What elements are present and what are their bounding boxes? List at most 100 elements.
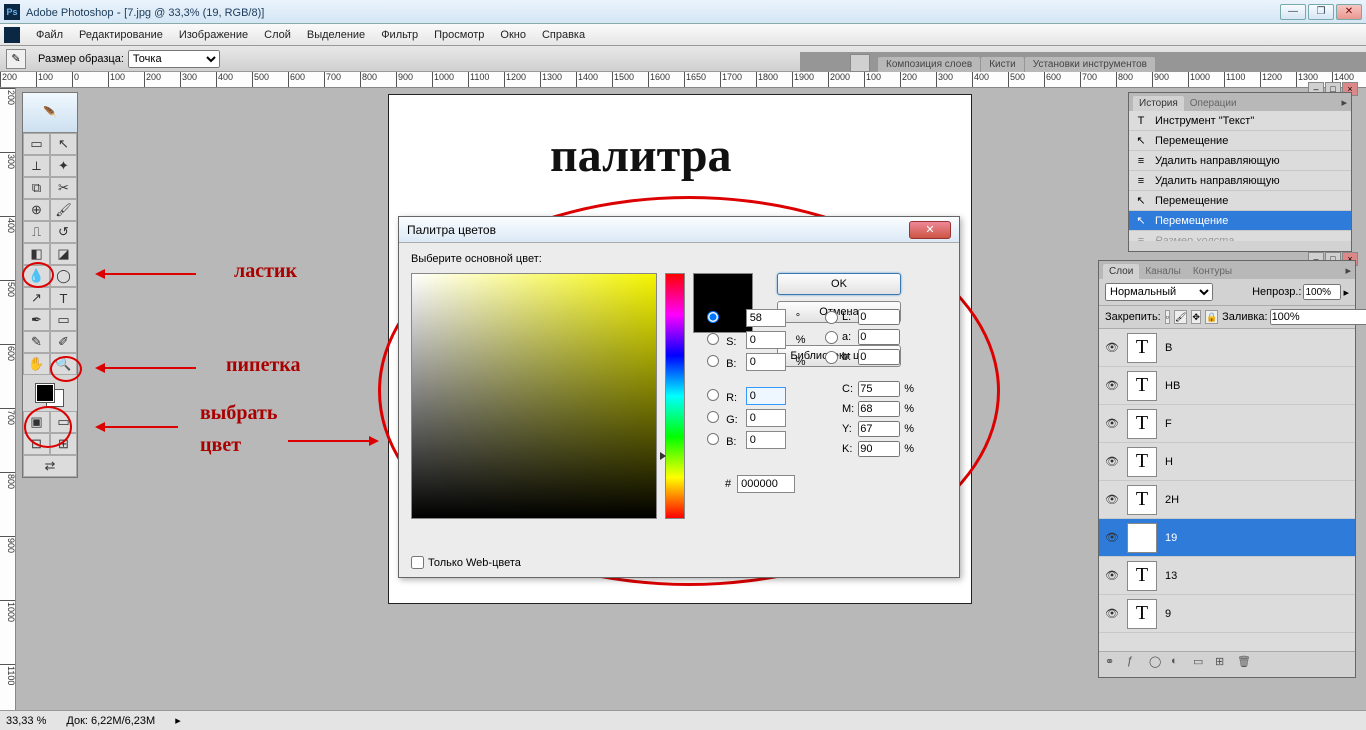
tab-actions[interactable]: Операции <box>1184 96 1243 111</box>
eye-icon[interactable]: 👁 <box>1105 341 1119 355</box>
eye-icon[interactable]: 👁 <box>1105 607 1119 621</box>
menu-select[interactable]: Выделение <box>299 27 373 43</box>
input-s[interactable] <box>746 331 786 349</box>
new-layer-icon[interactable]: ⊞ <box>1215 655 1231 671</box>
history-item[interactable]: ≡Размер холста <box>1129 231 1351 241</box>
sample-size-select[interactable]: Точка <box>128 50 220 68</box>
history-item[interactable]: ↖Перемещение <box>1129 211 1351 231</box>
well-tab-brushes[interactable]: Кисти <box>981 57 1024 72</box>
menu-filter[interactable]: Фильтр <box>373 27 426 43</box>
zoom-level[interactable]: 33,33 % <box>6 715 46 727</box>
close-button[interactable]: ✕ <box>1336 4 1362 20</box>
layer-item[interactable]: 👁T19 <box>1099 519 1355 557</box>
input-r[interactable] <box>746 387 786 405</box>
lasso-tool[interactable]: ⟂ <box>23 155 50 177</box>
input-c[interactable] <box>858 381 900 397</box>
well-tab-presets[interactable]: Установки инструментов <box>1025 57 1155 72</box>
opacity-input[interactable] <box>1303 284 1341 300</box>
slice-tool[interactable]: ✂ <box>50 177 77 199</box>
marquee-tool[interactable]: ▭ <box>23 133 50 155</box>
history-item[interactable]: ↖Перемещение <box>1129 191 1351 211</box>
heal-tool[interactable]: ⊕ <box>23 199 50 221</box>
tab-layers[interactable]: Слои <box>1103 264 1139 279</box>
well-tab-comps[interactable]: Композиция слоев <box>878 57 980 72</box>
tab-paths[interactable]: Контуры <box>1187 264 1238 279</box>
adj-icon[interactable]: ◐ <box>1171 655 1187 671</box>
eyedropper-tool[interactable]: ✐ <box>50 331 77 353</box>
input-k[interactable] <box>858 441 900 457</box>
ok-button[interactable]: OK <box>777 273 901 295</box>
eye-icon[interactable]: 👁 <box>1105 531 1119 545</box>
menu-window[interactable]: Окно <box>492 27 534 43</box>
move-tool[interactable]: ↖ <box>50 133 77 155</box>
menu-file[interactable]: Файл <box>28 27 71 43</box>
eye-icon[interactable]: 👁 <box>1105 455 1119 469</box>
layers-options-icon[interactable]: ▸ <box>1341 262 1355 279</box>
mask-icon[interactable]: ◯ <box>1149 655 1165 671</box>
input-bv[interactable] <box>746 353 786 371</box>
radio-bb[interactable] <box>825 351 838 364</box>
type-tool[interactable]: T <box>50 287 77 309</box>
history-item[interactable]: TИнструмент "Текст" <box>1129 111 1351 131</box>
input-g[interactable] <box>746 409 786 427</box>
history-brush-tool[interactable]: ↺ <box>50 221 77 243</box>
eye-icon[interactable]: 👁 <box>1105 379 1119 393</box>
menu-help[interactable]: Справка <box>534 27 593 43</box>
layer-item[interactable]: 👁TНВ <box>1099 367 1355 405</box>
path-tool[interactable]: ↗ <box>23 287 50 309</box>
layer-item[interactable]: 👁TВ <box>1099 329 1355 367</box>
stamp-tool[interactable]: ⎍ <box>23 221 50 243</box>
fill-input[interactable] <box>1270 309 1366 325</box>
blend-mode-select[interactable]: Нормальный <box>1105 283 1213 301</box>
lock-paint-icon[interactable]: 🖌 <box>1174 310 1187 324</box>
menu-edit[interactable]: Редактирование <box>71 27 171 43</box>
eye-icon[interactable]: 👁 <box>1105 493 1119 507</box>
group-icon[interactable]: ▭ <box>1193 655 1209 671</box>
history-item[interactable]: ↖Перемещение <box>1129 131 1351 151</box>
radio-a[interactable] <box>825 331 838 344</box>
jump-imageready[interactable]: ⇄ <box>23 455 77 477</box>
sv-field[interactable] <box>411 273 657 519</box>
fx-icon[interactable]: ƒ <box>1127 655 1143 671</box>
notes-tool[interactable]: ✎ <box>23 331 50 353</box>
tab-channels[interactable]: Каналы <box>1139 264 1187 279</box>
ruler-vertical[interactable]: 20030040050060070080090010001100 <box>0 88 16 710</box>
layer-item[interactable]: 👁T9 <box>1099 595 1355 633</box>
menu-layer[interactable]: Слой <box>256 27 299 43</box>
ps-menu-icon[interactable] <box>4 27 20 43</box>
input-l[interactable] <box>858 309 900 325</box>
status-arrow-icon[interactable]: ▸ <box>175 714 181 727</box>
radio-b[interactable] <box>707 433 719 445</box>
input-m[interactable] <box>858 401 900 417</box>
history-item[interactable]: ≡Удалить направляющую <box>1129 171 1351 191</box>
eye-icon[interactable]: 👁 <box>1105 569 1119 583</box>
shape-tool[interactable]: ▭ <box>50 309 77 331</box>
layer-item[interactable]: 👁T13 <box>1099 557 1355 595</box>
layer-item[interactable]: 👁TF <box>1099 405 1355 443</box>
eye-icon[interactable]: 👁 <box>1105 417 1119 431</box>
trash-icon[interactable]: 🗑 <box>1237 655 1253 671</box>
radio-r[interactable] <box>707 389 719 401</box>
tab-history[interactable]: История <box>1133 96 1184 111</box>
menu-view[interactable]: Просмотр <box>426 27 492 43</box>
history-options-icon[interactable]: ▸ <box>1337 94 1351 111</box>
layer-item[interactable]: 👁T2Н <box>1099 481 1355 519</box>
radio-l[interactable] <box>825 311 838 324</box>
maximize-button[interactable]: ❐ <box>1308 4 1334 20</box>
radio-s[interactable] <box>707 333 719 345</box>
current-tool-icon[interactable]: ✎ <box>6 49 26 69</box>
opacity-arrow-icon[interactable]: ▸ <box>1343 286 1349 299</box>
radio-bv[interactable] <box>707 355 719 367</box>
radio-g[interactable] <box>707 411 719 423</box>
layer-item[interactable]: 👁TН <box>1099 443 1355 481</box>
input-b[interactable] <box>746 431 786 449</box>
input-bb[interactable] <box>858 349 900 365</box>
menu-image[interactable]: Изображение <box>171 27 256 43</box>
ruler-horizontal[interactable]: 2001000100200300400500600700800900100011… <box>0 72 1366 88</box>
web-only-checkbox[interactable] <box>411 556 424 569</box>
link-icon[interactable]: ⚭ <box>1105 655 1121 671</box>
lock-trans-icon[interactable]: ▫ <box>1165 310 1170 324</box>
hue-strip[interactable] <box>665 273 685 519</box>
hand-tool[interactable]: ✋ <box>23 353 50 375</box>
pen-tool[interactable]: ✒ <box>23 309 50 331</box>
